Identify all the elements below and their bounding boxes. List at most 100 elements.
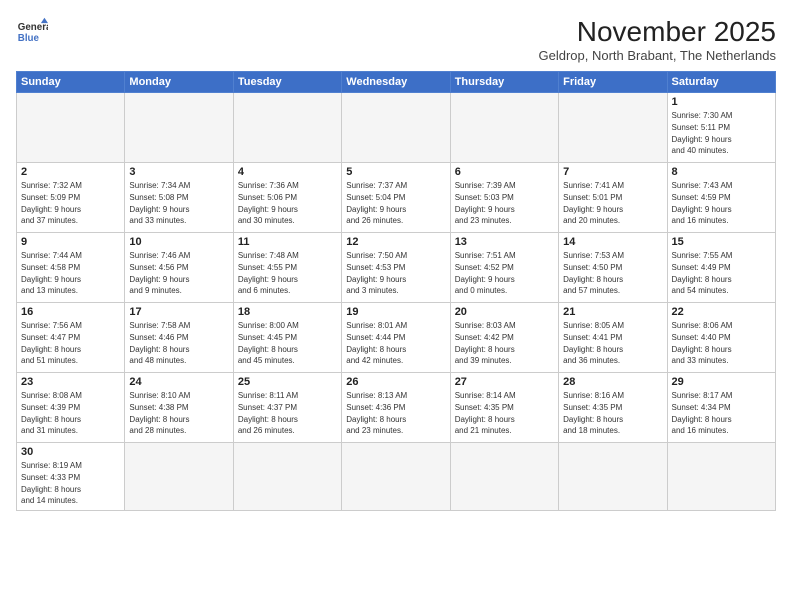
table-row: 2 Sunrise: 7:32 AM Sunset: 5:09 PM Dayli… (17, 163, 776, 233)
location-subtitle: Geldrop, North Brabant, The Netherlands (538, 48, 776, 63)
day-14: 14 Sunrise: 7:53 AM Sunset: 4:50 PM Dayl… (559, 233, 667, 303)
day-8: 8 Sunrise: 7:43 AM Sunset: 4:59 PM Dayli… (667, 163, 775, 233)
svg-text:Blue: Blue (18, 33, 40, 44)
month-title: November 2025 (538, 16, 776, 48)
day-info: Sunrise: 7:32 AM Sunset: 5:09 PM Dayligh… (21, 181, 82, 225)
day-number: 19 (346, 306, 445, 318)
day-info: Sunrise: 7:48 AM Sunset: 4:55 PM Dayligh… (238, 251, 299, 295)
day-number: 23 (21, 376, 120, 388)
col-friday: Friday (559, 72, 667, 93)
day-info: Sunrise: 7:53 AM Sunset: 4:50 PM Dayligh… (563, 251, 624, 295)
day-number: 21 (563, 306, 662, 318)
day-info: Sunrise: 7:58 AM Sunset: 4:46 PM Dayligh… (129, 321, 190, 365)
day-29: 29 Sunrise: 8:17 AM Sunset: 4:34 PM Dayl… (667, 373, 775, 443)
day-number: 16 (21, 306, 120, 318)
day-18: 18 Sunrise: 8:00 AM Sunset: 4:45 PM Dayl… (233, 303, 341, 373)
day-info: Sunrise: 7:43 AM Sunset: 4:59 PM Dayligh… (672, 181, 733, 225)
day-3: 3 Sunrise: 7:34 AM Sunset: 5:08 PM Dayli… (125, 163, 233, 233)
day-info: Sunrise: 7:37 AM Sunset: 5:04 PM Dayligh… (346, 181, 407, 225)
day-info: Sunrise: 7:36 AM Sunset: 5:06 PM Dayligh… (238, 181, 299, 225)
day-number: 29 (672, 376, 771, 388)
day-number: 4 (238, 166, 337, 178)
day-info: Sunrise: 8:03 AM Sunset: 4:42 PM Dayligh… (455, 321, 516, 365)
day-27: 27 Sunrise: 8:14 AM Sunset: 4:35 PM Dayl… (450, 373, 558, 443)
table-row: 23 Sunrise: 8:08 AM Sunset: 4:39 PM Dayl… (17, 373, 776, 443)
day-number: 27 (455, 376, 554, 388)
day-6: 6 Sunrise: 7:39 AM Sunset: 5:03 PM Dayli… (450, 163, 558, 233)
day-info: Sunrise: 7:56 AM Sunset: 4:47 PM Dayligh… (21, 321, 82, 365)
empty-cell (17, 93, 125, 163)
day-17: 17 Sunrise: 7:58 AM Sunset: 4:46 PM Dayl… (125, 303, 233, 373)
table-row: 16 Sunrise: 7:56 AM Sunset: 4:47 PM Dayl… (17, 303, 776, 373)
empty-cell (233, 443, 341, 511)
table-row: 1 Sunrise: 7:30 AM Sunset: 5:11 PM Dayli… (17, 93, 776, 163)
day-info: Sunrise: 7:46 AM Sunset: 4:56 PM Dayligh… (129, 251, 190, 295)
day-info: Sunrise: 8:08 AM Sunset: 4:39 PM Dayligh… (21, 391, 82, 435)
day-number: 28 (563, 376, 662, 388)
day-number: 22 (672, 306, 771, 318)
empty-cell (667, 443, 775, 511)
day-16: 16 Sunrise: 7:56 AM Sunset: 4:47 PM Dayl… (17, 303, 125, 373)
day-info: Sunrise: 8:19 AM Sunset: 4:33 PM Dayligh… (21, 461, 82, 505)
empty-cell (450, 443, 558, 511)
table-row: 30 Sunrise: 8:19 AM Sunset: 4:33 PM Dayl… (17, 443, 776, 511)
day-info: Sunrise: 7:51 AM Sunset: 4:52 PM Dayligh… (455, 251, 516, 295)
day-13: 13 Sunrise: 7:51 AM Sunset: 4:52 PM Dayl… (450, 233, 558, 303)
table-row: 9 Sunrise: 7:44 AM Sunset: 4:58 PM Dayli… (17, 233, 776, 303)
day-info: Sunrise: 8:14 AM Sunset: 4:35 PM Dayligh… (455, 391, 516, 435)
empty-cell (125, 93, 233, 163)
empty-cell (559, 93, 667, 163)
day-info: Sunrise: 7:44 AM Sunset: 4:58 PM Dayligh… (21, 251, 82, 295)
day-2: 2 Sunrise: 7:32 AM Sunset: 5:09 PM Dayli… (17, 163, 125, 233)
col-wednesday: Wednesday (342, 72, 450, 93)
day-24: 24 Sunrise: 8:10 AM Sunset: 4:38 PM Dayl… (125, 373, 233, 443)
day-info: Sunrise: 7:41 AM Sunset: 5:01 PM Dayligh… (563, 181, 624, 225)
title-block: November 2025 Geldrop, North Brabant, Th… (538, 16, 776, 63)
day-number: 20 (455, 306, 554, 318)
day-number: 1 (672, 96, 771, 108)
day-25: 25 Sunrise: 8:11 AM Sunset: 4:37 PM Dayl… (233, 373, 341, 443)
day-number: 14 (563, 236, 662, 248)
day-info: Sunrise: 7:39 AM Sunset: 5:03 PM Dayligh… (455, 181, 516, 225)
day-number: 9 (21, 236, 120, 248)
day-info: Sunrise: 8:11 AM Sunset: 4:37 PM Dayligh… (238, 391, 298, 435)
page: General Blue November 2025 Geldrop, Nort… (0, 0, 792, 612)
empty-cell (233, 93, 341, 163)
day-number: 25 (238, 376, 337, 388)
day-12: 12 Sunrise: 7:50 AM Sunset: 4:53 PM Dayl… (342, 233, 450, 303)
day-info: Sunrise: 7:34 AM Sunset: 5:08 PM Dayligh… (129, 181, 190, 225)
day-number: 2 (21, 166, 120, 178)
day-info: Sunrise: 8:16 AM Sunset: 4:35 PM Dayligh… (563, 391, 624, 435)
empty-cell (342, 443, 450, 511)
day-number: 18 (238, 306, 337, 318)
day-number: 30 (21, 446, 120, 458)
empty-cell (342, 93, 450, 163)
weekday-header-row: Sunday Monday Tuesday Wednesday Thursday… (17, 72, 776, 93)
empty-cell (559, 443, 667, 511)
day-info: Sunrise: 8:06 AM Sunset: 4:40 PM Dayligh… (672, 321, 733, 365)
generalblue-logo-icon: General Blue (16, 16, 48, 48)
day-number: 6 (455, 166, 554, 178)
day-info: Sunrise: 7:50 AM Sunset: 4:53 PM Dayligh… (346, 251, 407, 295)
day-info: Sunrise: 8:00 AM Sunset: 4:45 PM Dayligh… (238, 321, 299, 365)
day-info: Sunrise: 8:05 AM Sunset: 4:41 PM Dayligh… (563, 321, 624, 365)
day-number: 8 (672, 166, 771, 178)
day-number: 17 (129, 306, 228, 318)
day-info: Sunrise: 7:55 AM Sunset: 4:49 PM Dayligh… (672, 251, 733, 295)
day-10: 10 Sunrise: 7:46 AM Sunset: 4:56 PM Dayl… (125, 233, 233, 303)
col-monday: Monday (125, 72, 233, 93)
day-number: 3 (129, 166, 228, 178)
day-20: 20 Sunrise: 8:03 AM Sunset: 4:42 PM Dayl… (450, 303, 558, 373)
day-number: 26 (346, 376, 445, 388)
col-thursday: Thursday (450, 72, 558, 93)
day-15: 15 Sunrise: 7:55 AM Sunset: 4:49 PM Dayl… (667, 233, 775, 303)
day-7: 7 Sunrise: 7:41 AM Sunset: 5:01 PM Dayli… (559, 163, 667, 233)
day-9: 9 Sunrise: 7:44 AM Sunset: 4:58 PM Dayli… (17, 233, 125, 303)
day-19: 19 Sunrise: 8:01 AM Sunset: 4:44 PM Dayl… (342, 303, 450, 373)
day-info: Sunrise: 8:13 AM Sunset: 4:36 PM Dayligh… (346, 391, 407, 435)
day-1: 1 Sunrise: 7:30 AM Sunset: 5:11 PM Dayli… (667, 93, 775, 163)
svg-text:General: General (18, 22, 48, 33)
header: General Blue November 2025 Geldrop, Nort… (16, 16, 776, 63)
day-number: 12 (346, 236, 445, 248)
day-22: 22 Sunrise: 8:06 AM Sunset: 4:40 PM Dayl… (667, 303, 775, 373)
